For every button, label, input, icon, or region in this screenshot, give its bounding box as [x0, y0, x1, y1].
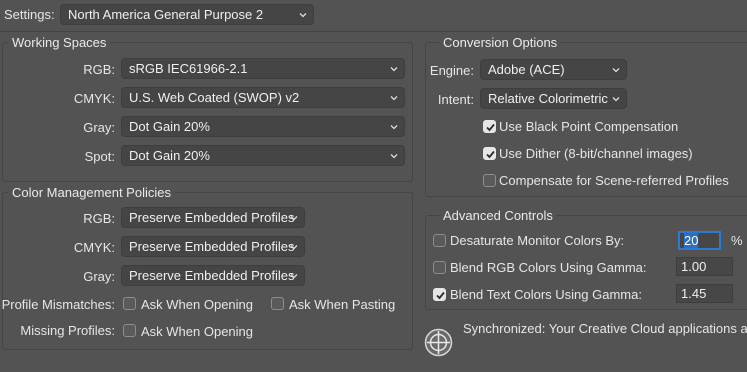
policy-gray-value: Preserve Embedded Profiles — [129, 268, 295, 283]
missing-ask-opening-checkbox[interactable] — [123, 324, 136, 337]
chevron-down-icon — [290, 274, 298, 279]
checkmark-icon — [436, 291, 445, 300]
blend-rgb-label: Blend RGB Colors Using Gamma: — [450, 260, 647, 275]
chevron-down-icon — [390, 154, 398, 159]
scene-referred-label: Compensate for Scene-referred Profiles — [499, 173, 729, 188]
desaturate-input[interactable]: 20 — [678, 231, 721, 250]
desaturate-label: Desaturate Monitor Colors By: — [450, 233, 625, 248]
engine-label: Engine: — [429, 63, 474, 78]
desaturate-checkbox[interactable] — [433, 234, 446, 247]
chevron-down-icon — [299, 13, 307, 18]
blend-rgb-checkbox[interactable] — [433, 261, 446, 274]
mismatch-ask-opening-checkbox[interactable] — [123, 297, 136, 310]
working-spaces-title: Working Spaces — [8, 35, 111, 50]
engine-dropdown[interactable]: Adobe (ACE) — [480, 59, 627, 80]
desaturate-unit: % — [731, 233, 743, 248]
checkmark-icon — [486, 123, 495, 132]
chevron-down-icon — [290, 245, 298, 250]
black-point-checkbox[interactable] — [483, 120, 496, 133]
policies-title: Color Management Policies — [8, 185, 175, 200]
ws-cmyk-value: U.S. Web Coated (SWOP) v2 — [129, 90, 300, 105]
scene-referred-checkbox[interactable] — [483, 174, 496, 187]
dither-checkbox[interactable] — [483, 147, 496, 160]
mismatch-ask-pasting-label: Ask When Pasting — [289, 297, 396, 312]
engine-value: Adobe (ACE) — [488, 62, 565, 77]
ws-gray-label: Gray: — [83, 120, 115, 135]
missing-profiles-label: Missing Profiles: — [20, 323, 115, 338]
intent-value: Relative Colorimetric — [488, 91, 608, 106]
blend-text-checkbox[interactable] — [433, 288, 446, 301]
sync-globe-icon — [424, 328, 453, 357]
chevron-down-icon — [612, 68, 620, 73]
conversion-title: Conversion Options — [439, 35, 562, 50]
policy-rgb-label: RGB: — [83, 211, 115, 226]
missing-ask-opening-label: Ask When Opening — [141, 324, 254, 339]
policy-cmyk-value: Preserve Embedded Profiles — [129, 239, 295, 254]
chevron-down-icon — [390, 96, 398, 101]
ws-gray-value: Dot Gain 20% — [129, 119, 210, 134]
profile-mismatches-label: Profile Mismatches: — [1, 297, 115, 312]
ws-spot-value: Dot Gain 20% — [129, 148, 210, 163]
sync-status-text: Synchronized: Your Creative Cloud applic… — [463, 321, 747, 336]
blend-text-label: Blend Text Colors Using Gamma: — [450, 287, 642, 302]
blend-rgb-input[interactable]: 1.00 — [676, 257, 733, 276]
checkmark-icon — [486, 150, 495, 159]
chevron-down-icon — [290, 216, 298, 221]
desaturate-value: 20 — [684, 233, 699, 248]
chevron-down-icon — [390, 125, 398, 130]
blend-text-input[interactable]: 1.45 — [676, 284, 733, 303]
ws-spot-label: Spot: — [84, 149, 115, 164]
black-point-label: Use Black Point Compensation — [499, 119, 679, 134]
chevron-down-icon — [612, 97, 620, 102]
policy-gray-label: Gray: — [83, 269, 115, 284]
advanced-title: Advanced Controls — [439, 208, 557, 223]
ws-gray-dropdown[interactable]: Dot Gain 20% — [121, 116, 405, 137]
ws-cmyk-label: CMYK: — [73, 91, 115, 106]
intent-dropdown[interactable]: Relative Colorimetric — [480, 88, 627, 109]
mismatch-ask-pasting-checkbox[interactable] — [271, 297, 284, 310]
mismatch-ask-opening-label: Ask When Opening — [141, 297, 254, 312]
intent-label: Intent: — [437, 92, 474, 107]
policy-rgb-value: Preserve Embedded Profiles — [129, 210, 295, 225]
top-divider — [0, 31, 747, 32]
settings-dropdown[interactable]: North America General Purpose 2 — [60, 4, 314, 25]
ws-rgb-value: sRGB IEC61966-2.1 — [129, 61, 248, 76]
ws-cmyk-dropdown[interactable]: U.S. Web Coated (SWOP) v2 — [121, 87, 405, 108]
ws-rgb-label: RGB: — [83, 62, 115, 77]
chevron-down-icon — [390, 67, 398, 72]
policy-gray-dropdown[interactable]: Preserve Embedded Profiles — [121, 265, 305, 286]
ws-rgb-dropdown[interactable]: sRGB IEC61966-2.1 — [121, 58, 405, 79]
settings-label: Settings: — [4, 7, 55, 22]
ws-spot-dropdown[interactable]: Dot Gain 20% — [121, 145, 405, 166]
settings-value: North America General Purpose 2 — [68, 7, 264, 22]
policy-cmyk-dropdown[interactable]: Preserve Embedded Profiles — [121, 236, 305, 257]
policy-rgb-dropdown[interactable]: Preserve Embedded Profiles — [121, 207, 305, 228]
dither-label: Use Dither (8-bit/channel images) — [499, 146, 693, 161]
policy-cmyk-label: CMYK: — [73, 240, 115, 255]
